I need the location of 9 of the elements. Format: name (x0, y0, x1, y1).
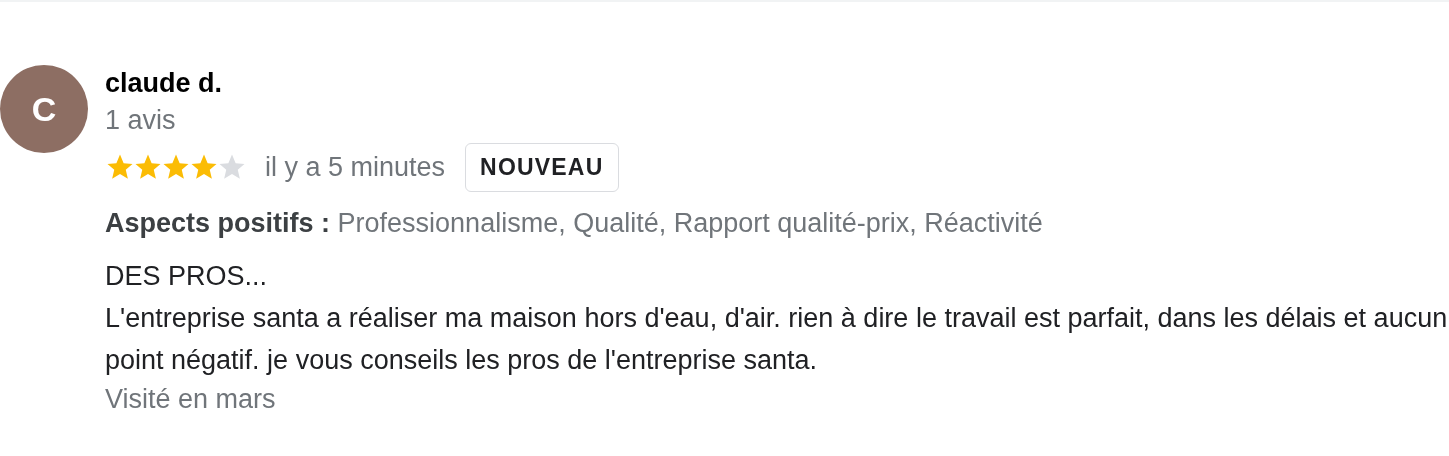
review-text: L'entreprise santa a réaliser ma maison hors d'eau, d'air. rien à dire le travail est parfait, dans les délais et aucun point négatif. je vous conseils les pros de l'entreprise santa. (105, 302, 1449, 377)
review-title: DES PROS... (105, 260, 269, 293)
avatar: C (0, 65, 88, 153)
author-name: claude d. (105, 67, 224, 100)
visit-date: Visité en mars (105, 383, 277, 416)
positive-aspects: Aspects positifs : Professionnalisme, Qualité, Rapport qualité-prix, Réactivité (105, 207, 1044, 240)
new-badge: NOUVEAU (465, 142, 619, 192)
review-time: il y a 5 minutes (265, 151, 446, 183)
review-count: 1 avis (105, 104, 177, 137)
